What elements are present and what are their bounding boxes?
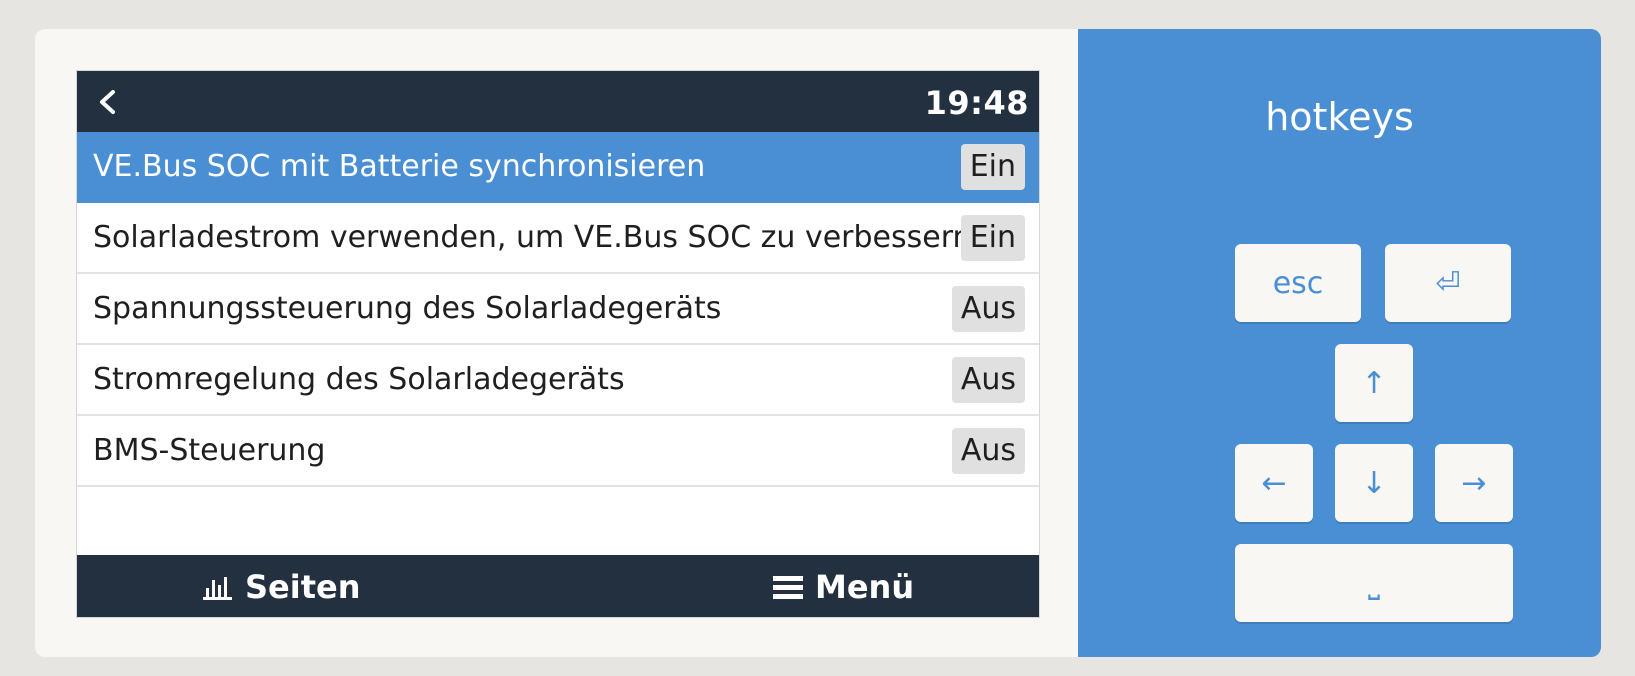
setting-row-sync-soc[interactable]: VE.Bus SOC mit Batterie synchronisieren … — [77, 132, 1039, 203]
right-arrow-icon: → — [1461, 465, 1487, 501]
setting-label: VE.Bus SOC mit Batterie synchronisieren — [93, 149, 706, 184]
enter-key[interactable]: ⏎ — [1385, 244, 1511, 322]
down-arrow-icon: ↓ — [1361, 465, 1387, 501]
setting-row-solar-current[interactable]: Solarladestrom verwenden, um VE.Bus SOC … — [77, 203, 1039, 274]
setting-row-current-control[interactable]: Stromregelung des Solarladegeräts Aus — [77, 345, 1039, 416]
esc-key[interactable]: esc — [1235, 244, 1361, 322]
hotkeys-title: hotkeys — [1265, 95, 1414, 139]
setting-value: Aus — [951, 286, 1025, 332]
clock-time: 19:48 — [924, 84, 1029, 122]
bar-chart-icon — [203, 577, 232, 600]
setting-value: Ein — [960, 215, 1025, 261]
menu-label: Menü — [815, 568, 915, 606]
up-arrow-key[interactable]: ↑ — [1335, 344, 1413, 422]
setting-label: Spannungssteuerung des Solarladegeräts — [93, 291, 722, 326]
hotkeys-panel: hotkeys esc ⏎ ↑ ← ↓ → ⎵ — [1078, 29, 1601, 657]
setting-label: Solarladestrom verwenden, um VE.Bus SOC … — [93, 220, 972, 255]
up-arrow-icon: ↑ — [1361, 365, 1387, 401]
setting-row-voltage-control[interactable]: Spannungssteuerung des Solarladegeräts A… — [77, 274, 1039, 345]
device-screen: 19:48 VE.Bus SOC mit Batterie synchronis… — [76, 70, 1040, 618]
menu-button[interactable]: Menü — [773, 567, 914, 607]
space-bar-icon: ⎵ — [1368, 565, 1380, 601]
right-arrow-key[interactable]: → — [1435, 444, 1513, 522]
back-chevron-icon[interactable] — [93, 87, 123, 117]
enter-icon: ⏎ — [1435, 265, 1461, 301]
down-arrow-key[interactable]: ↓ — [1335, 444, 1413, 522]
setting-row-bms-control[interactable]: BMS-Steuerung Aus — [77, 416, 1039, 487]
settings-list: VE.Bus SOC mit Batterie synchronisieren … — [77, 132, 1039, 487]
hamburger-menu-icon — [773, 576, 803, 599]
app-card: 19:48 VE.Bus SOC mit Batterie synchronis… — [35, 29, 1601, 657]
esc-key-label: esc — [1272, 265, 1324, 301]
bottom-bar: Seiten Menü — [77, 555, 1039, 617]
pages-label: Seiten — [245, 568, 361, 606]
setting-label: Stromregelung des Solarladegeräts — [93, 362, 625, 397]
left-arrow-icon: ← — [1261, 465, 1287, 501]
setting-label: BMS-Steuerung — [93, 433, 326, 468]
left-arrow-key[interactable]: ← — [1235, 444, 1313, 522]
space-key[interactable]: ⎵ — [1235, 544, 1513, 622]
setting-value: Ein — [960, 144, 1025, 190]
top-bar: 19:48 — [77, 71, 1039, 132]
pages-button[interactable]: Seiten — [203, 567, 361, 607]
setting-value: Aus — [951, 428, 1025, 474]
setting-value: Aus — [951, 357, 1025, 403]
